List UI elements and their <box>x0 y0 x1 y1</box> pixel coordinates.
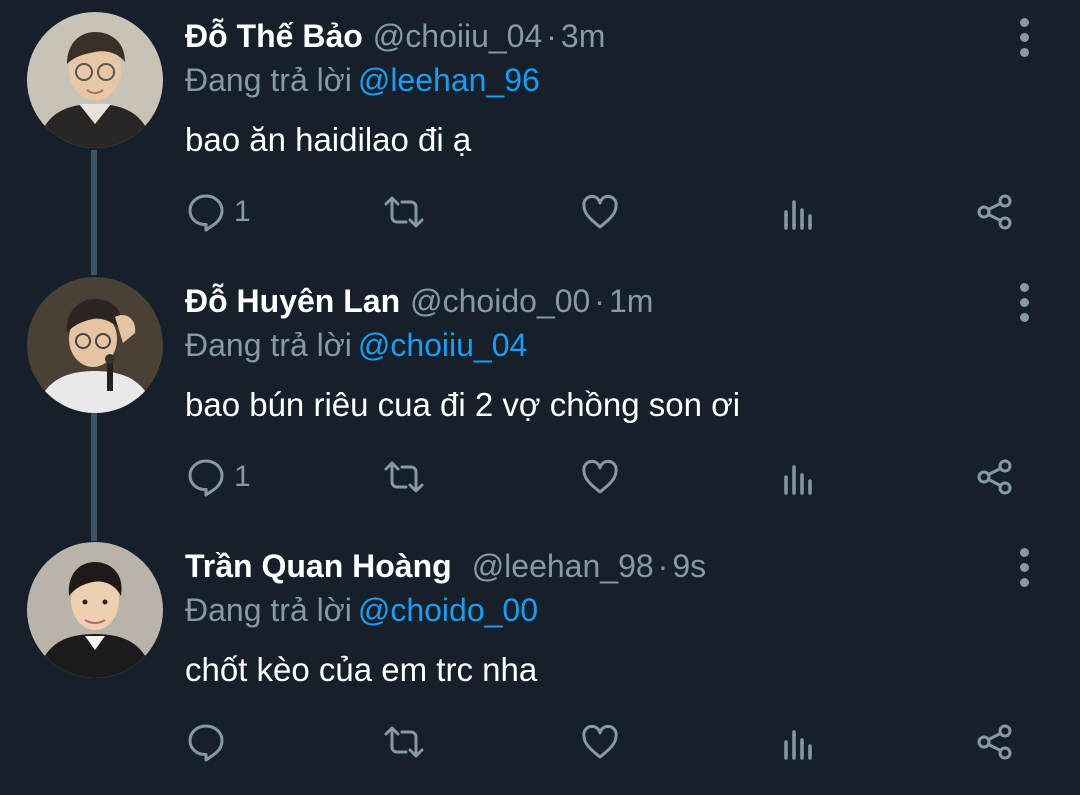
analytics-icon <box>778 457 818 497</box>
share-icon <box>975 722 1015 762</box>
reply-icon <box>186 722 226 762</box>
more-icon[interactable] <box>1012 18 1038 58</box>
analytics-icon <box>778 192 818 232</box>
tweet-header: Trần Quan Hoàng @leehan_98 · 9s <box>185 544 706 588</box>
tweet[interactable]: Đỗ Thế Bảo @choiiu_04 · 3m Đang trả lời @lee… <box>0 0 1080 265</box>
timestamp[interactable]: 9s <box>672 548 706 584</box>
user-handle[interactable]: @leehan_98 <box>472 548 654 584</box>
replying-to-label: Đang trả lời <box>185 327 352 363</box>
like-icon <box>580 192 620 232</box>
replying-to: Đang trả lời @choido_00 <box>185 588 538 632</box>
replying-to-label: Đang trả lời <box>185 62 352 98</box>
share-icon <box>975 457 1015 497</box>
replying-to: Đang trả lời @leehan_96 <box>185 58 540 102</box>
like-icon <box>580 722 620 762</box>
retweet-button[interactable] <box>382 453 426 501</box>
reply-count: 1 <box>234 195 251 228</box>
mention-link[interactable]: @choido_00 <box>358 592 538 628</box>
tweet-text: bao ăn haidilao đi ạ <box>185 121 472 158</box>
avatar[interactable] <box>27 277 163 413</box>
timestamp[interactable]: 1m <box>609 283 653 319</box>
retweet-icon <box>382 722 426 762</box>
retweet-button[interactable] <box>382 718 426 766</box>
avatar[interactable] <box>27 12 163 148</box>
tweet-header: Đỗ Huyên Lan @choido_00 · 1m <box>185 279 653 323</box>
share-button[interactable] <box>975 718 1015 766</box>
like-button[interactable] <box>580 453 620 501</box>
share-icon <box>975 192 1015 232</box>
separator: · <box>546 18 557 54</box>
timestamp[interactable]: 3m <box>561 18 605 54</box>
tweet[interactable]: Đỗ Huyên Lan @choido_00 · 1m Đang trả lời @c… <box>0 265 1080 530</box>
like-button[interactable] <box>580 718 620 766</box>
avatar[interactable] <box>27 542 163 678</box>
action-bar: 1 <box>0 453 1080 503</box>
like-button[interactable] <box>580 188 620 236</box>
display-name[interactable]: Trần Quan Hoàng <box>185 548 452 584</box>
retweet-icon <box>382 457 426 497</box>
user-handle[interactable]: @choido_00 <box>410 283 590 319</box>
reply-button[interactable] <box>186 718 234 766</box>
analytics-button[interactable] <box>778 188 818 236</box>
mention-link[interactable]: @leehan_96 <box>358 62 540 98</box>
user-handle[interactable]: @choiiu_04 <box>373 18 542 54</box>
replying-to-label: Đang trả lời <box>185 592 352 628</box>
reply-count: 1 <box>234 460 251 493</box>
tweet-text: bao bún riêu cua đi 2 vợ chồng son ơi <box>185 386 741 423</box>
reply-icon <box>186 457 226 497</box>
like-icon <box>580 457 620 497</box>
separator: · <box>657 548 669 584</box>
retweet-button[interactable] <box>382 188 426 236</box>
tweet-header: Đỗ Thế Bảo @choiiu_04 · 3m <box>185 14 605 58</box>
separator: · <box>594 283 605 319</box>
display-name[interactable]: Đỗ Huyên Lan <box>185 283 400 319</box>
analytics-button[interactable] <box>778 453 818 501</box>
share-button[interactable] <box>975 453 1015 501</box>
reply-icon <box>186 192 226 232</box>
display-name[interactable]: Đỗ Thế Bảo <box>185 18 363 54</box>
replying-to: Đang trả lời @choiiu_04 <box>185 323 527 367</box>
mention-link[interactable]: @choiiu_04 <box>358 327 527 363</box>
tweet[interactable]: Trần Quan Hoàng @leehan_98 · 9s Đang trả lờ… <box>0 530 1080 795</box>
more-icon[interactable] <box>1012 548 1038 588</box>
tweet-text: chốt kèo của em trc nha <box>185 651 538 688</box>
reply-button[interactable]: 1 <box>186 188 251 236</box>
action-bar: 1 <box>0 188 1080 238</box>
retweet-icon <box>382 192 426 232</box>
more-icon[interactable] <box>1012 283 1038 323</box>
reply-button[interactable]: 1 <box>186 453 251 501</box>
analytics-button[interactable] <box>778 718 818 766</box>
share-button[interactable] <box>975 188 1015 236</box>
action-bar <box>0 718 1080 768</box>
analytics-icon <box>778 722 818 762</box>
